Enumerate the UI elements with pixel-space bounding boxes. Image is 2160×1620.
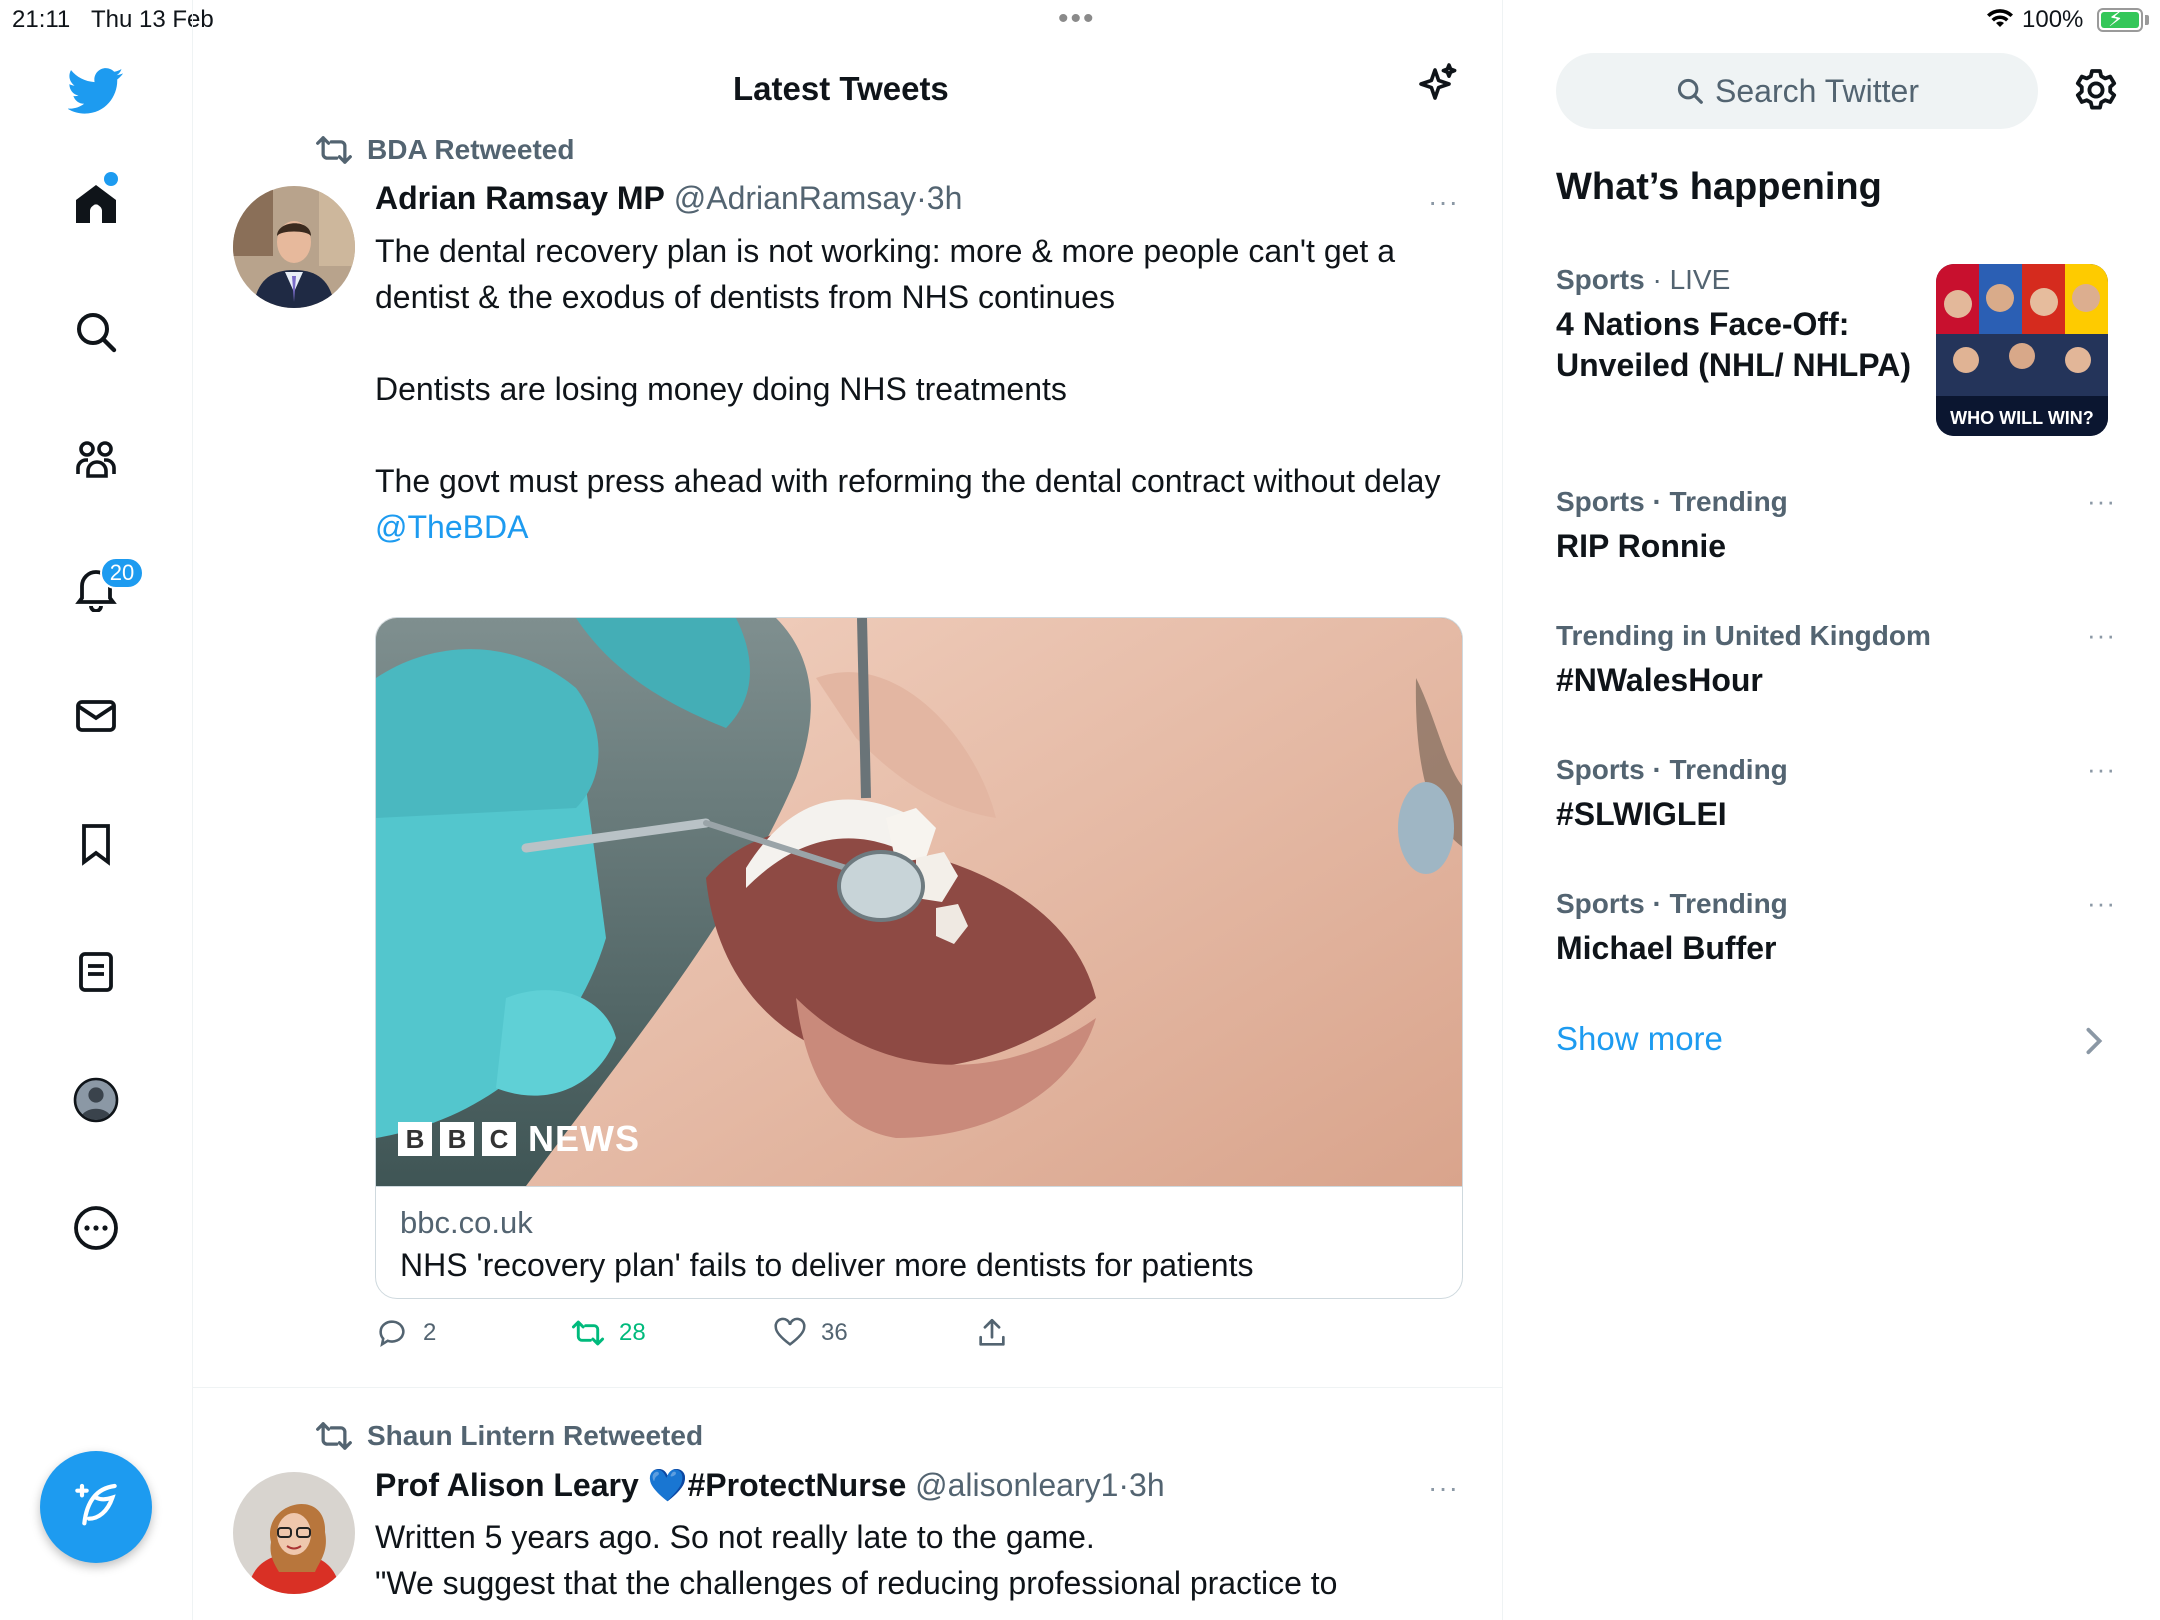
trend-category: Trending in United Kingdom [1556, 620, 1931, 651]
share-button[interactable] [975, 1316, 1023, 1350]
retweet-icon [316, 136, 352, 164]
notifications-badge: 20 [100, 557, 144, 589]
reply-icon [379, 1320, 405, 1347]
retweeted-by: Shaun Lintern Retweeted [367, 1420, 704, 1451]
avatar[interactable] [233, 1472, 355, 1594]
trend-item[interactable]: Sports · Trending #SLWIGLEI ··· [1556, 754, 2116, 835]
show-more-link[interactable]: Show more [1556, 1020, 1723, 1058]
mention-link[interactable]: @TheBDA [375, 504, 1455, 550]
share-icon [979, 1318, 1005, 1346]
chevron-right-icon [2086, 1027, 2103, 1055]
trend-category: Sports · Trending [1556, 888, 1788, 919]
compose-icon [75, 1483, 117, 1526]
settings-gear-icon[interactable] [2072, 66, 2120, 114]
tweet-paragraph: The govt must press ahead with reforming… [375, 463, 1441, 499]
heart-icon [774, 1317, 806, 1346]
link-card[interactable]: B B C NEWS bbc.co.uk NHS 'recovery plan'… [375, 617, 1463, 1299]
author-emoji: 💙 [647, 1467, 688, 1503]
search-placeholder: Search Twitter [1715, 72, 1919, 109]
messages-icon[interactable] [66, 686, 126, 746]
trend-title: #SLWIGLEI [1556, 796, 1727, 832]
home-icon[interactable] [66, 174, 126, 234]
timeline: Latest Tweets BDA Retweeted Adrian Ramsa… [193, 0, 1503, 1620]
left-nav: 20 [0, 0, 193, 1620]
bookmarks-icon[interactable] [66, 814, 126, 874]
like-button[interactable]: 36 [773, 1316, 848, 1350]
home-unread-dot [104, 172, 118, 186]
tweet-more-icon[interactable]: ··· [1428, 1472, 1459, 1504]
tweet-divider [193, 1387, 1502, 1388]
card-title: NHS 'recovery plan' fails to deliver mor… [400, 1247, 1254, 1283]
trend-more-icon[interactable]: ··· [2087, 486, 2116, 517]
retweet-button[interactable]: 28 [571, 1316, 646, 1350]
bbc-news-logo: B B C NEWS [398, 1118, 640, 1160]
trend-title: RIP Ronnie [1556, 528, 1727, 564]
trend-title: #NWalesHour [1556, 662, 1763, 698]
tweet-time[interactable]: 3h [927, 180, 963, 216]
sparkle-icon[interactable] [1413, 62, 1461, 110]
tweet-header: Prof Alison Leary 💙#ProtectNurse @alison… [375, 1466, 1165, 1504]
section-title: What’s happening [1556, 166, 1882, 208]
trend-item[interactable]: Sports · Trending Michael Buffer ··· [1556, 888, 2116, 969]
twitter-bird-icon[interactable] [66, 60, 126, 120]
trend-item[interactable]: Trending in United Kingdom #NWalesHour ·… [1556, 620, 2116, 701]
page-title: Latest Tweets [733, 70, 949, 107]
tweet-actions: 2 28 36 [375, 1316, 1375, 1356]
tweet-text: Written 5 years ago. So not really late … [375, 1514, 1455, 1606]
trend-more-icon[interactable]: ··· [2087, 620, 2116, 651]
search-icon[interactable] [66, 302, 126, 362]
trend-category: Sports · Trending [1556, 486, 1788, 517]
card-footer: bbc.co.uk NHS 'recovery plan' fails to d… [376, 1186, 1462, 1298]
tweet-more-icon[interactable]: ··· [1428, 186, 1459, 218]
tweet-paragraph: Written 5 years ago. So not really late … [375, 1519, 1095, 1555]
card-domain: bbc.co.uk [400, 1205, 533, 1240]
avatar[interactable] [233, 186, 355, 308]
more-icon[interactable] [66, 1198, 126, 1258]
thumbnail-caption: WHO WILL WIN? [1950, 408, 2094, 428]
author-name[interactable]: Prof Alison Leary [375, 1467, 639, 1503]
header-separator: · [916, 180, 927, 216]
search-input[interactable]: Search Twitter [1556, 53, 2038, 129]
reply-count: 2 [423, 1319, 437, 1346]
retweet-context: Shaun Lintern Retweeted [315, 1420, 703, 1452]
lists-icon[interactable] [66, 942, 126, 1002]
author-tag: #ProtectNurse [687, 1467, 907, 1503]
trend-title: Michael Buffer [1556, 930, 1777, 966]
like-count: 36 [821, 1319, 848, 1346]
trend-thumbnail[interactable]: WHO WILL WIN? [1936, 264, 2108, 436]
trend-title: 4 Nations Face-Off: Unveiled (NHL/ NHLPA… [1556, 306, 1911, 383]
retweet-context: BDA Retweeted [315, 134, 574, 166]
tweet-text: The dental recovery plan is not working:… [375, 228, 1455, 550]
retweeted-by: BDA Retweeted [367, 134, 575, 165]
search-icon [1677, 78, 1703, 104]
trend-item[interactable]: Sports · Trending RIP Ronnie ··· [1556, 486, 2116, 567]
communities-icon[interactable] [66, 430, 126, 490]
author-handle[interactable]: @alisonleary1 [915, 1467, 1118, 1503]
retweet-icon [571, 1320, 605, 1346]
author-handle[interactable]: @AdrianRamsay [674, 180, 916, 216]
trend-category: Sports · Trending [1556, 754, 1788, 785]
tweet-paragraph: "We suggest that the challenges of reduc… [375, 1565, 1338, 1601]
retweet-count: 28 [619, 1319, 646, 1346]
tweet-header: Adrian Ramsay MP @AdrianRamsay·3h [375, 180, 962, 217]
compose-tweet-button[interactable] [40, 1451, 152, 1563]
right-sidebar: Search Twitter What’s happening Sports ·… [1504, 0, 2160, 1620]
card-image: B B C NEWS [376, 618, 1462, 1186]
tweet-paragraph: The dental recovery plan is not working:… [375, 233, 1395, 315]
trend-more-icon[interactable]: ··· [2087, 888, 2116, 919]
profile-icon[interactable] [66, 1070, 126, 1130]
retweet-icon [316, 1422, 352, 1450]
author-name[interactable]: Adrian Ramsay MP [375, 180, 665, 216]
tweet-time[interactable]: 3h [1129, 1467, 1165, 1503]
tweet-paragraph: Dentists are losing money doing NHS trea… [375, 371, 1067, 407]
header-separator: · [1118, 1467, 1130, 1503]
reply-button[interactable]: 2 [375, 1316, 436, 1350]
trend-more-icon[interactable]: ··· [2087, 754, 2116, 785]
